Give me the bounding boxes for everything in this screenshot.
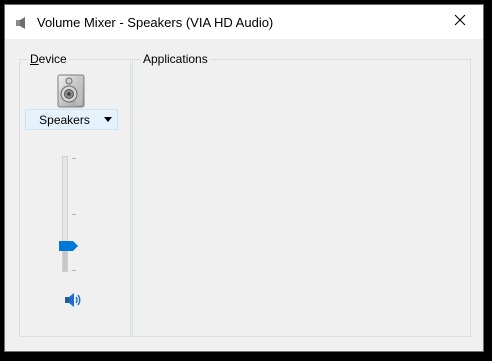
device-group-label: Device xyxy=(28,52,69,66)
window-title: Volume Mixer - Speakers (VIA HD Audio) xyxy=(37,15,274,30)
device-dropdown-label: Speakers xyxy=(39,112,90,127)
volume-mixer-window: Volume Mixer - Speakers (VIA HD Audio) D… xyxy=(4,4,484,352)
mute-button[interactable] xyxy=(64,292,82,308)
device-dropdown[interactable]: Speakers xyxy=(25,109,118,130)
close-icon xyxy=(454,13,466,31)
applications-group: Applications xyxy=(132,52,471,337)
close-button[interactable] xyxy=(437,5,483,39)
title-bar[interactable]: Volume Mixer - Speakers (VIA HD Audio) xyxy=(5,5,483,39)
chevron-down-icon xyxy=(99,117,117,122)
device-group: Device Speakers xyxy=(19,52,131,337)
speaker-icon xyxy=(15,16,29,30)
slider-tick xyxy=(72,158,76,159)
speaker-device-icon[interactable] xyxy=(55,74,89,108)
client-area: Device Speakers Applications xyxy=(5,39,483,351)
speaker-volume-icon xyxy=(64,293,82,312)
slider-tick xyxy=(72,214,76,215)
volume-slider-thumb[interactable] xyxy=(59,238,79,251)
applications-group-label: Applications xyxy=(141,52,210,66)
slider-tick xyxy=(72,270,76,271)
